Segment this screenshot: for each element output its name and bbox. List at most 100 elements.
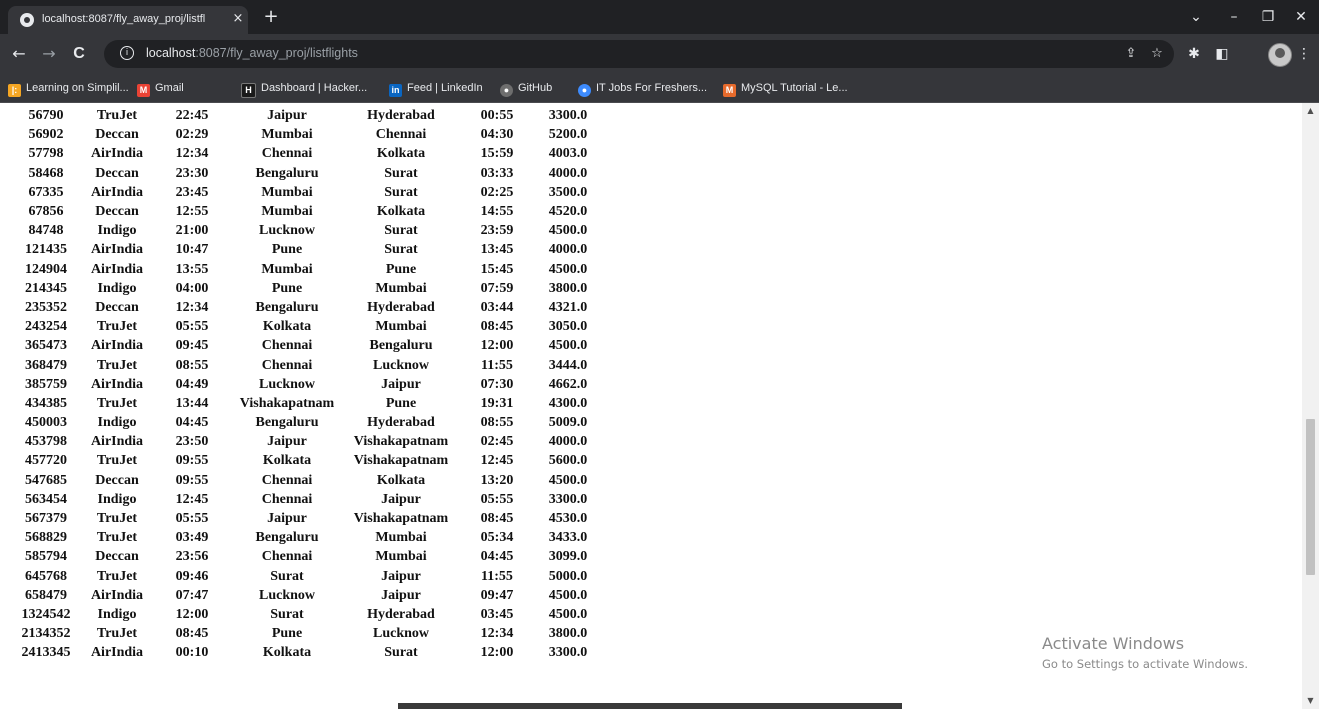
table-row: 235352 Deccan 12:34 Bengaluru Hyderabad 03:44… (14, 298, 598, 317)
table-row: 243254 TruJet 05:55 Kolkata Mumbai 08:45 3050.… (14, 317, 598, 336)
arrival-time-cell: 07:59 (480, 280, 514, 296)
url-path: :8087/fly_away_proj/listflights (195, 46, 358, 60)
price-cell: 4003.0 (548, 146, 588, 162)
globe-icon (20, 13, 34, 27)
tab-close-icon[interactable]: × (230, 11, 246, 27)
share-icon[interactable]: ⇪ (1122, 45, 1140, 63)
vertical-scrollbar[interactable]: ▲ ▼ (1302, 103, 1319, 709)
table-row: 2413345 AirIndia 00:10 Kolkata Surat 12:00 330… (14, 643, 598, 662)
browser-tab[interactable]: localhost:8087/fly_away_proj/listfl × (8, 6, 248, 34)
bookmark-hackerrank[interactable]: H Dashboard | Hacker... (241, 80, 367, 98)
side-panel-icon[interactable]: ◧ (1212, 44, 1232, 64)
airline-cell: TruJet (96, 108, 138, 124)
back-button[interactable]: ← (8, 44, 30, 64)
bookmark-mysql[interactable]: M MySQL Tutorial - Le... (723, 80, 848, 97)
simplilearn-icon: |: (8, 84, 21, 97)
source-cell: Kolkata (262, 319, 312, 335)
reload-button[interactable]: C (68, 44, 90, 64)
vertical-scroll-thumb[interactable] (1306, 419, 1315, 575)
table-row: 365473 AirIndia 09:45 Chennai Bengaluru 12:00… (14, 336, 598, 355)
airline-cell: TruJet (96, 357, 138, 373)
profile-avatar[interactable] (1268, 43, 1292, 67)
destination-cell: Hyderabad (367, 606, 435, 622)
bookmark-label: Learning on Simplil... (26, 82, 129, 94)
browser-toolbar: ← → C i localhost:8087/fly_away_proj/lis… (0, 34, 1319, 74)
airline-cell: Deccan (95, 204, 139, 220)
bookmark-simplilearn[interactable]: |: Learning on Simplil... (8, 80, 129, 97)
minimize-button[interactable]: – (1222, 7, 1246, 27)
price-cell: 4500.0 (548, 606, 588, 622)
github-icon: ● (500, 84, 513, 97)
scroll-up-arrow-icon[interactable]: ▲ (1302, 105, 1319, 117)
price-cell: 4520.0 (548, 204, 588, 220)
new-tab-button[interactable]: + (262, 8, 280, 26)
destination-cell: Chennai (375, 127, 427, 143)
restore-button[interactable]: ❐ (1256, 7, 1280, 27)
tab-search-chevron-icon[interactable]: ⌄ (1184, 7, 1208, 27)
flight-id-cell: 235352 (25, 299, 67, 315)
flight-id-cell: 457720 (25, 453, 67, 469)
destination-cell: Surat (384, 645, 418, 661)
flight-id-cell: 67856 (28, 204, 64, 220)
arrival-time-cell: 00:55 (480, 108, 514, 124)
table-row: 57798 AirIndia 12:34 Chennai Kolkata 15:59 400… (14, 144, 598, 163)
table-row: 547685 Deccan 09:55 Chennai Kolkata 13:20 4500… (14, 471, 598, 490)
departure-time-cell: 08:55 (175, 357, 209, 373)
airline-cell: Deccan (95, 127, 139, 143)
destination-cell: Mumbai (375, 280, 427, 296)
table-row: 124904 AirIndia 13:55 Mumbai Pune 15:45 4500.0 (14, 260, 598, 279)
table-row: 434385 TruJet 13:44 Vishakapatnam Pune 19:31 4… (14, 394, 598, 413)
close-window-button[interactable]: ✕ (1289, 7, 1313, 27)
source-cell: Mumbai (261, 261, 313, 277)
site-info-icon[interactable]: i (120, 46, 134, 60)
price-cell: 3050.0 (548, 319, 588, 335)
destination-cell: Kolkata (376, 146, 426, 162)
source-cell: Vishakapatnam (239, 395, 335, 411)
bookmark-github[interactable]: ● GitHub (500, 80, 552, 97)
destination-cell: Jaipur (381, 568, 421, 584)
departure-time-cell: 00:10 (175, 645, 209, 661)
arrival-time-cell: 09:47 (480, 587, 514, 603)
table-row: 121435 AirIndia 10:47 Pune Surat 13:45 4000.0 (14, 240, 598, 259)
address-bar[interactable]: i localhost:8087/fly_away_proj/listfligh… (104, 40, 1174, 68)
bookmark-linkedin[interactable]: in Feed | LinkedIn (389, 80, 483, 97)
destination-cell: Mumbai (375, 319, 427, 335)
source-cell: Pune (271, 242, 303, 258)
source-cell: Pune (271, 626, 303, 642)
departure-time-cell: 08:45 (175, 626, 209, 642)
forward-button[interactable]: → (38, 44, 60, 64)
destination-cell: Surat (384, 223, 418, 239)
bookmark-star-icon[interactable]: ☆ (1148, 45, 1166, 63)
price-cell: 4321.0 (548, 299, 588, 315)
destination-cell: Jaipur (381, 587, 421, 603)
table-row: 67335 AirIndia 23:45 Mumbai Surat 02:25 3500.0 (14, 183, 598, 202)
departure-time-cell: 23:30 (175, 165, 209, 181)
hackerrank-icon: H (241, 83, 256, 98)
bookmark-itjobs[interactable]: ● IT Jobs For Freshers... (578, 80, 707, 97)
scroll-down-arrow-icon[interactable]: ▼ (1302, 695, 1319, 707)
flight-id-cell: 67335 (28, 184, 64, 200)
menu-icon[interactable]: ⋮ (1294, 44, 1314, 64)
table-row: 645768 TruJet 09:46 Surat Jaipur 11:55 5000.0 (14, 567, 598, 586)
url-host: localhost (146, 46, 196, 60)
watermark-subtitle: Go to Settings to activate Windows. (1042, 657, 1248, 671)
departure-time-cell: 02:29 (175, 127, 209, 143)
price-cell: 3300.0 (548, 108, 588, 124)
departure-time-cell: 23:50 (175, 434, 209, 450)
url-text[interactable]: localhost:8087/fly_away_proj/listflights (146, 46, 358, 60)
airline-cell: TruJet (96, 453, 138, 469)
price-cell: 5000.0 (548, 568, 588, 584)
source-cell: Chennai (261, 338, 313, 354)
arrival-time-cell: 03:33 (480, 165, 514, 181)
bookmark-gmail[interactable]: M Gmail (137, 80, 184, 97)
source-cell: Bengaluru (255, 165, 319, 181)
destination-cell: Jaipur (381, 376, 421, 392)
extensions-icon[interactable]: ✱ (1184, 44, 1204, 64)
table-row: 385759 AirIndia 04:49 Lucknow Jaipur 07:30 466… (14, 375, 598, 394)
flight-id-cell: 568829 (25, 530, 67, 546)
departure-time-cell: 04:45 (175, 415, 209, 431)
price-cell: 4662.0 (548, 376, 588, 392)
arrival-time-cell: 03:45 (480, 606, 514, 622)
horizontal-scroll-thumb[interactable] (398, 703, 902, 709)
table-row: 453798 AirIndia 23:50 Jaipur Vishakapatnam 02… (14, 432, 598, 451)
